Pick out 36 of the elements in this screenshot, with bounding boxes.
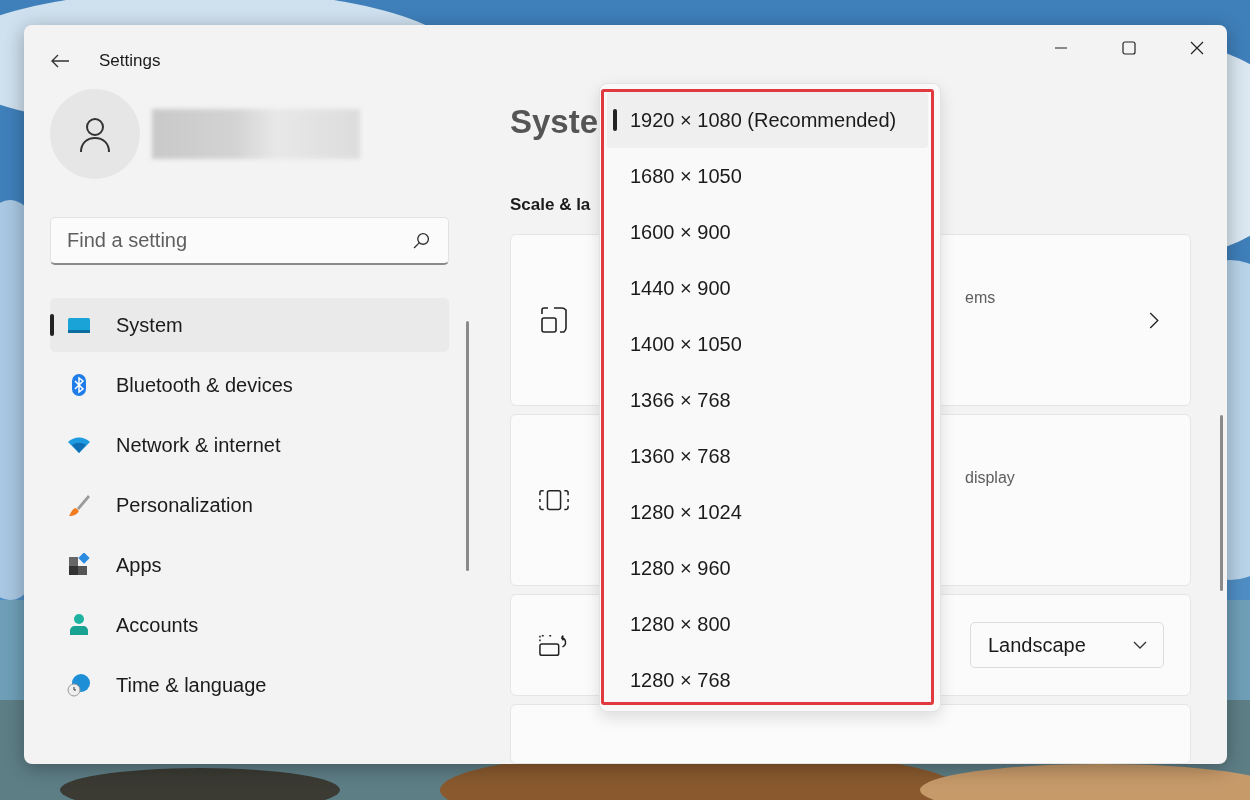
person-icon: [67, 613, 91, 637]
page-heading: Syste: [510, 103, 599, 142]
nav-item[interactable]: Personalization: [50, 478, 449, 532]
resolution-option[interactable]: 1280 × 768: [607, 652, 928, 708]
resolution-option[interactable]: 1366 × 768: [607, 372, 928, 428]
scale-icon: [539, 306, 569, 334]
nav-item[interactable]: Accounts: [50, 598, 449, 652]
nav-item[interactable]: Network & internet: [50, 418, 449, 472]
orientation-dropdown[interactable]: Landscape: [970, 622, 1164, 668]
setting-description: ems: [965, 288, 996, 306]
resolution-option[interactable]: 1440 × 900: [607, 260, 928, 316]
chevron-right-icon[interactable]: [1149, 311, 1159, 329]
close-icon[interactable]: [1190, 41, 1204, 55]
resolution-option[interactable]: 1680 × 1050: [607, 148, 928, 204]
search-field[interactable]: Find a setting: [50, 217, 449, 265]
apps-icon: [67, 553, 91, 577]
nav-item[interactable]: Bluetooth & devices: [50, 358, 449, 412]
back-arrow-icon[interactable]: [50, 53, 70, 69]
resolution-option[interactable]: 1280 × 960: [607, 540, 928, 596]
section-heading: Scale & la: [510, 195, 591, 216]
brush-icon: [67, 493, 91, 517]
resolution-option[interactable]: 1920 × 1080 (Recommended): [607, 92, 928, 148]
setting-description: display: [965, 468, 1015, 486]
globe-clock-icon: [67, 673, 91, 697]
resolution-option[interactable]: 1400 × 1050: [607, 316, 928, 372]
resolution-option[interactable]: 1280 × 1024: [607, 484, 928, 540]
maximize-icon[interactable]: [1122, 41, 1136, 55]
resolution-option[interactable]: 1600 × 900: [607, 204, 928, 260]
nav-item[interactable]: System: [50, 298, 449, 352]
window-title: Settings: [99, 51, 161, 71]
resolution-option[interactable]: 1360 × 768: [607, 428, 928, 484]
resolution-option[interactable]: 1280 × 800: [607, 596, 928, 652]
search-icon: [413, 232, 430, 249]
nav-item[interactable]: Apps: [50, 538, 449, 592]
nav-item[interactable]: Time & language: [50, 658, 449, 712]
caret-icon: [1133, 641, 1147, 649]
